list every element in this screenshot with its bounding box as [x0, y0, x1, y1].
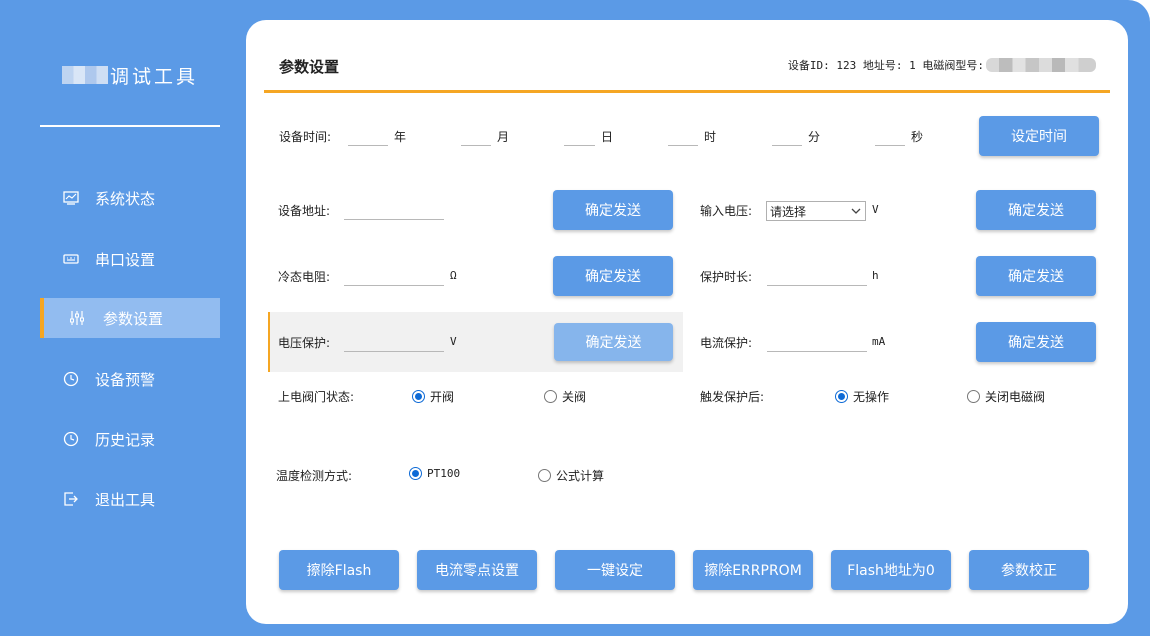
- sidebar-item-label: 退出工具: [95, 490, 156, 509]
- current-protect-input[interactable]: [767, 334, 867, 352]
- device-address-label: 设备地址:: [278, 204, 331, 218]
- valve-state-label: 上电阀门状态:: [278, 390, 355, 404]
- current-zero-button[interactable]: 电流零点设置: [417, 550, 537, 590]
- voltage-protect-unit: V: [450, 335, 457, 348]
- current-protect-unit: mA: [872, 335, 886, 348]
- sidebar-item-label: 系统状态: [95, 189, 156, 208]
- device-address-input[interactable]: [344, 202, 444, 220]
- device-address-send-button[interactable]: 确定发送: [553, 190, 673, 230]
- close-valve-radio[interactable]: 关闭电磁阀: [967, 388, 1045, 405]
- input-voltage-unit: V: [872, 203, 879, 216]
- redacted-valve-model: [986, 58, 1096, 72]
- input-voltage-selected: 请选择: [770, 204, 807, 219]
- voltage-protect-label: 电压保护:: [278, 336, 331, 350]
- exit-icon: [62, 490, 80, 508]
- cold-resistance-unit: Ω: [450, 269, 457, 282]
- year-unit: 年: [394, 130, 407, 144]
- page-title: 参数设置: [279, 58, 340, 76]
- sliders-icon: [68, 309, 86, 327]
- clock-icon: [62, 370, 80, 388]
- voltage-protect-send-button[interactable]: 确定发送: [554, 323, 673, 361]
- current-protect-label: 电流保护:: [700, 336, 753, 350]
- after-trigger-label: 触发保护后:: [700, 390, 765, 404]
- sidebar-item-label: 参数设置: [103, 309, 164, 328]
- window-edge: [1150, 0, 1154, 636]
- valve-close-radio[interactable]: 关阀: [544, 388, 586, 405]
- hour-unit: 时: [704, 130, 717, 144]
- voltage-protect-input[interactable]: [344, 334, 444, 352]
- flash-address-zero-button[interactable]: Flash地址为0: [831, 550, 951, 590]
- protect-duration-label: 保护时长:: [700, 270, 753, 284]
- cold-resistance-send-button[interactable]: 确定发送: [553, 256, 673, 296]
- title-underline: [264, 90, 1110, 93]
- radio-dot: [538, 469, 551, 482]
- input-voltage-select[interactable]: 请选择: [766, 201, 866, 221]
- sidebar-item-serial-settings[interactable]: 串口设置: [40, 239, 220, 279]
- cold-resistance-input[interactable]: [344, 268, 444, 286]
- sidebar-item-system-status[interactable]: 系统状态: [40, 178, 220, 218]
- device-time-label: 设备时间:: [279, 130, 332, 144]
- sidebar-item-device-warning[interactable]: 设备预警: [40, 359, 220, 399]
- app-logo: 调试工具: [62, 62, 198, 88]
- radio-dot: [409, 467, 422, 480]
- protect-duration-send-button[interactable]: 确定发送: [976, 256, 1096, 296]
- erase-flash-button[interactable]: 擦除Flash: [279, 550, 399, 590]
- sidebar-item-param-settings[interactable]: 参数设置: [40, 298, 220, 338]
- day-unit: 日: [601, 130, 614, 144]
- one-key-set-button[interactable]: 一键设定: [555, 550, 675, 590]
- pt100-radio[interactable]: PT100: [409, 467, 460, 480]
- erase-errprom-button[interactable]: 擦除ERRPROM: [693, 550, 813, 590]
- input-voltage-send-button[interactable]: 确定发送: [976, 190, 1096, 230]
- sidebar-item-label: 历史记录: [95, 430, 156, 449]
- sidebar-item-label: 串口设置: [95, 250, 156, 269]
- day-input[interactable]: [564, 128, 595, 146]
- year-input[interactable]: [348, 128, 388, 146]
- minute-unit: 分: [808, 130, 821, 144]
- sidebar-item-label: 设备预警: [95, 370, 156, 389]
- protect-duration-unit: h: [872, 269, 879, 282]
- radio-dot: [967, 390, 980, 403]
- month-input[interactable]: [461, 128, 491, 146]
- sidebar-divider: [40, 125, 220, 127]
- monitor-icon: [62, 189, 80, 207]
- sidebar-item-history[interactable]: 历史记录: [40, 419, 220, 459]
- param-calibration-button[interactable]: 参数校正: [969, 550, 1089, 590]
- radio-label: 开阀: [430, 390, 455, 404]
- valve-open-radio[interactable]: 开阀: [412, 388, 454, 405]
- radio-label: 无操作: [853, 390, 890, 404]
- cold-resistance-label: 冷态电阻:: [278, 270, 331, 284]
- set-time-button[interactable]: 设定时间: [979, 116, 1099, 156]
- radio-label: 公式计算: [556, 469, 605, 483]
- input-voltage-label: 输入电压:: [700, 204, 753, 218]
- main-panel: 参数设置 设备ID: 123 地址号: 1 电磁阀型号: 设备时间: 年 月 日…: [246, 20, 1128, 624]
- radio-label: 关阀: [562, 390, 587, 404]
- no-action-radio[interactable]: 无操作: [835, 388, 889, 405]
- month-unit: 月: [497, 130, 510, 144]
- sidebar-item-exit[interactable]: 退出工具: [40, 479, 220, 519]
- app-window: 调试工具 系统状态 串口设置 参数设置 设备预警 历史记录 退出工具 参数设置 …: [0, 0, 1150, 636]
- current-protect-send-button[interactable]: 确定发送: [976, 322, 1096, 362]
- app-title: 调试工具: [110, 65, 199, 88]
- clock-icon: [62, 430, 80, 448]
- device-info: 设备ID: 123 地址号: 1 电磁阀型号:: [788, 57, 1096, 73]
- radio-dot: [544, 390, 557, 403]
- formula-radio[interactable]: 公式计算: [538, 467, 604, 484]
- radio-label: 关闭电磁阀: [985, 390, 1046, 404]
- radio-dot: [835, 390, 848, 403]
- radio-label: PT100: [427, 467, 461, 480]
- temp-method-label: 温度检测方式:: [276, 469, 353, 483]
- radio-dot: [412, 390, 425, 403]
- second-unit: 秒: [911, 130, 924, 144]
- hour-input[interactable]: [668, 128, 698, 146]
- second-input[interactable]: [875, 128, 905, 146]
- minute-input[interactable]: [772, 128, 802, 146]
- device-info-text: 设备ID: 123 地址号: 1 电磁阀型号:: [787, 59, 984, 72]
- keyboard-icon: [62, 250, 80, 268]
- redacted-brand: [62, 66, 108, 84]
- chevron-down-icon: [850, 203, 862, 222]
- protect-duration-input[interactable]: [767, 268, 867, 286]
